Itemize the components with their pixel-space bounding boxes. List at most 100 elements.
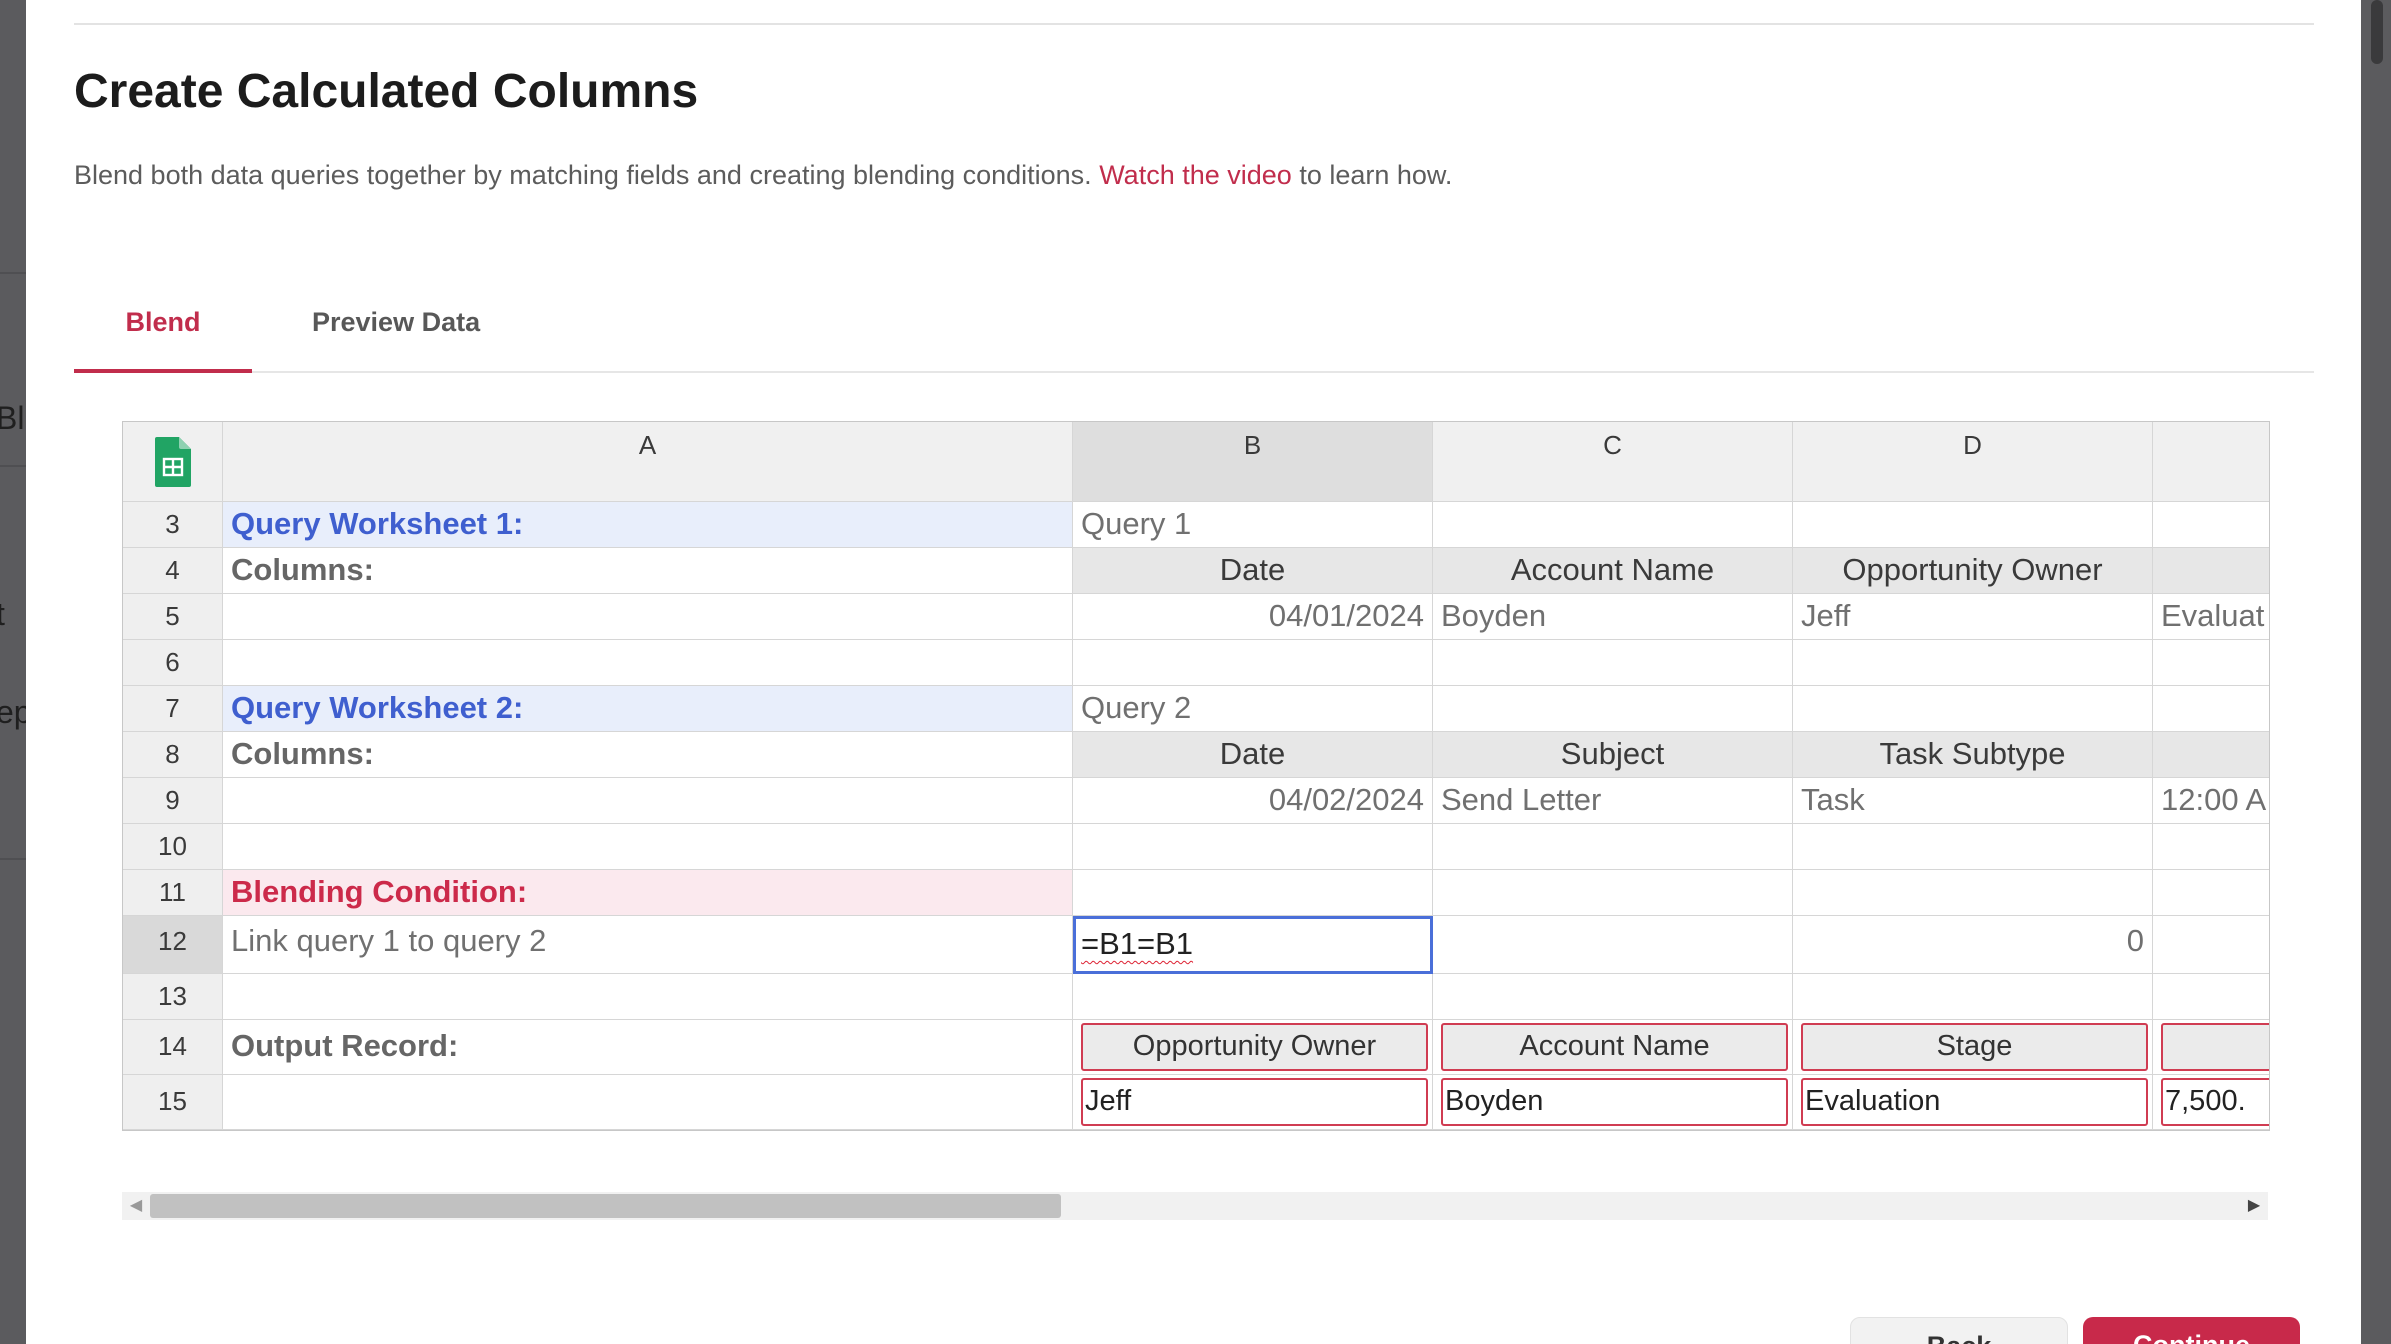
sheet-cell[interactable]: [2153, 640, 2269, 686]
columns-label[interactable]: Columns:: [223, 548, 1073, 594]
sheet-cell[interactable]: [2153, 686, 2269, 732]
field-header-cell[interactable]: Account Name: [1433, 548, 1793, 594]
background-text: t: [0, 596, 5, 632]
query-worksheet-1-label[interactable]: Query Worksheet 1:: [223, 502, 1073, 548]
data-value-cell[interactable]: Boyden: [1433, 594, 1793, 640]
back-button[interactable]: Back: [1850, 1317, 2068, 1344]
field-header-cell[interactable]: Date: [1073, 548, 1433, 594]
sheet-cell[interactable]: [2153, 916, 2269, 974]
sheet-cell[interactable]: [2153, 870, 2269, 916]
sheet-cell[interactable]: [1793, 640, 2153, 686]
sheet-cell[interactable]: [2153, 502, 2269, 548]
data-value-cell[interactable]: 04/02/2024: [1073, 778, 1433, 824]
field-header-cell[interactable]: [2153, 732, 2269, 778]
query-1-name-cell[interactable]: Query 1: [1073, 502, 1433, 548]
data-value-cell[interactable]: Send Letter: [1433, 778, 1793, 824]
row-number[interactable]: 13: [123, 974, 223, 1020]
row-number[interactable]: 12: [123, 916, 223, 974]
output-value-cell[interactable]: Boyden: [1433, 1075, 1793, 1130]
scroll-right-arrow-icon[interactable]: ▶: [2240, 1192, 2268, 1220]
field-header-cell[interactable]: [2153, 548, 2269, 594]
sheet-row: 13: [123, 974, 2269, 1020]
sheet-cell[interactable]: [1793, 824, 2153, 870]
blending-condition-description[interactable]: Link query 1 to query 2: [223, 916, 1073, 974]
blending-condition-label[interactable]: Blending Condition:: [223, 870, 1073, 916]
sheet-cell[interactable]: [1433, 974, 1793, 1020]
formula-cell-selected[interactable]: =B1=B1: [1073, 916, 1433, 974]
sheet-cell[interactable]: [1793, 974, 2153, 1020]
sheet-cell[interactable]: [1073, 974, 1433, 1020]
query-2-name-cell[interactable]: Query 2: [1073, 686, 1433, 732]
condition-result-cell[interactable]: 0: [1793, 916, 2153, 974]
data-value-cell[interactable]: Task: [1793, 778, 2153, 824]
sheet-cell[interactable]: [223, 824, 1073, 870]
continue-button[interactable]: Continue: [2083, 1317, 2300, 1344]
row-number[interactable]: 8: [123, 732, 223, 778]
field-header-cell[interactable]: Task Subtype: [1793, 732, 2153, 778]
data-value-cell[interactable]: Jeff: [1793, 594, 2153, 640]
scroll-left-arrow-icon[interactable]: ◀: [122, 1192, 150, 1220]
output-field-header: [2161, 1023, 2269, 1071]
sheet-cell[interactable]: [1073, 640, 1433, 686]
sheet-cell[interactable]: [223, 974, 1073, 1020]
output-field-cell[interactable]: Opportunity Owner: [1073, 1020, 1433, 1075]
field-header-cell[interactable]: Subject: [1433, 732, 1793, 778]
spreadsheet-grid[interactable]: A B C D 3 Query Worksheet 1: Query 1 4 C…: [122, 421, 2270, 1131]
sheet-cell[interactable]: [2153, 824, 2269, 870]
row-number[interactable]: 5: [123, 594, 223, 640]
row-number[interactable]: 15: [123, 1075, 223, 1130]
sheet-cell[interactable]: [1073, 870, 1433, 916]
column-header-d[interactable]: D: [1793, 422, 2153, 502]
horizontal-scrollbar[interactable]: ◀ ▶: [122, 1192, 2268, 1220]
sheet-cell[interactable]: [1433, 916, 1793, 974]
watch-video-link[interactable]: Watch the video: [1099, 160, 1292, 190]
sheet-cell[interactable]: [223, 594, 1073, 640]
scrollbar-thumb[interactable]: [150, 1194, 1061, 1218]
column-header-e[interactable]: [2153, 422, 2269, 502]
field-header-cell[interactable]: Opportunity Owner: [1793, 548, 2153, 594]
row-number[interactable]: 14: [123, 1020, 223, 1075]
tab-blend[interactable]: Blend: [74, 307, 252, 373]
row-number[interactable]: 7: [123, 686, 223, 732]
output-value-cell[interactable]: 7,500.: [2153, 1075, 2269, 1130]
background-text: ep: [0, 694, 26, 730]
sheet-cell[interactable]: [1073, 824, 1433, 870]
output-record-label[interactable]: Output Record:: [223, 1020, 1073, 1075]
sheet-cell[interactable]: [1793, 686, 2153, 732]
data-value-cell[interactable]: Evaluat: [2153, 594, 2269, 640]
sheet-cell[interactable]: [1433, 686, 1793, 732]
column-header-a[interactable]: A: [223, 422, 1073, 502]
row-number[interactable]: 3: [123, 502, 223, 548]
row-number[interactable]: 6: [123, 640, 223, 686]
sheet-cell[interactable]: [223, 1075, 1073, 1130]
output-value: Evaluation: [1801, 1078, 2148, 1126]
output-field-cell[interactable]: Account Name: [1433, 1020, 1793, 1075]
row-number[interactable]: 4: [123, 548, 223, 594]
tab-preview-data[interactable]: Preview Data: [312, 307, 480, 369]
sheet-cell[interactable]: [1433, 502, 1793, 548]
row-number[interactable]: 10: [123, 824, 223, 870]
data-value-cell[interactable]: 12:00 A: [2153, 778, 2269, 824]
column-header-b[interactable]: B: [1073, 422, 1433, 502]
formula-text: =B1=B1: [1081, 926, 1194, 961]
row-number[interactable]: 9: [123, 778, 223, 824]
column-header-c[interactable]: C: [1433, 422, 1793, 502]
output-value-cell[interactable]: Jeff: [1073, 1075, 1433, 1130]
field-header-cell[interactable]: Date: [1073, 732, 1433, 778]
sheet-cell[interactable]: [1433, 640, 1793, 686]
sheet-cell[interactable]: [1793, 502, 2153, 548]
output-field-cell[interactable]: [2153, 1020, 2269, 1075]
sheet-cell[interactable]: [1793, 870, 2153, 916]
output-value-cell[interactable]: Evaluation: [1793, 1075, 2153, 1130]
sheet-cell[interactable]: [223, 640, 1073, 686]
sheet-cell[interactable]: [1433, 870, 1793, 916]
output-field-cell[interactable]: Stage: [1793, 1020, 2153, 1075]
query-worksheet-2-label[interactable]: Query Worksheet 2:: [223, 686, 1073, 732]
sheet-row: 3 Query Worksheet 1: Query 1: [123, 502, 2269, 548]
row-number[interactable]: 11: [123, 870, 223, 916]
data-value-cell[interactable]: 04/01/2024: [1073, 594, 1433, 640]
sheet-cell[interactable]: [223, 778, 1073, 824]
sheet-cell[interactable]: [2153, 974, 2269, 1020]
columns-label[interactable]: Columns:: [223, 732, 1073, 778]
sheet-cell[interactable]: [1433, 824, 1793, 870]
